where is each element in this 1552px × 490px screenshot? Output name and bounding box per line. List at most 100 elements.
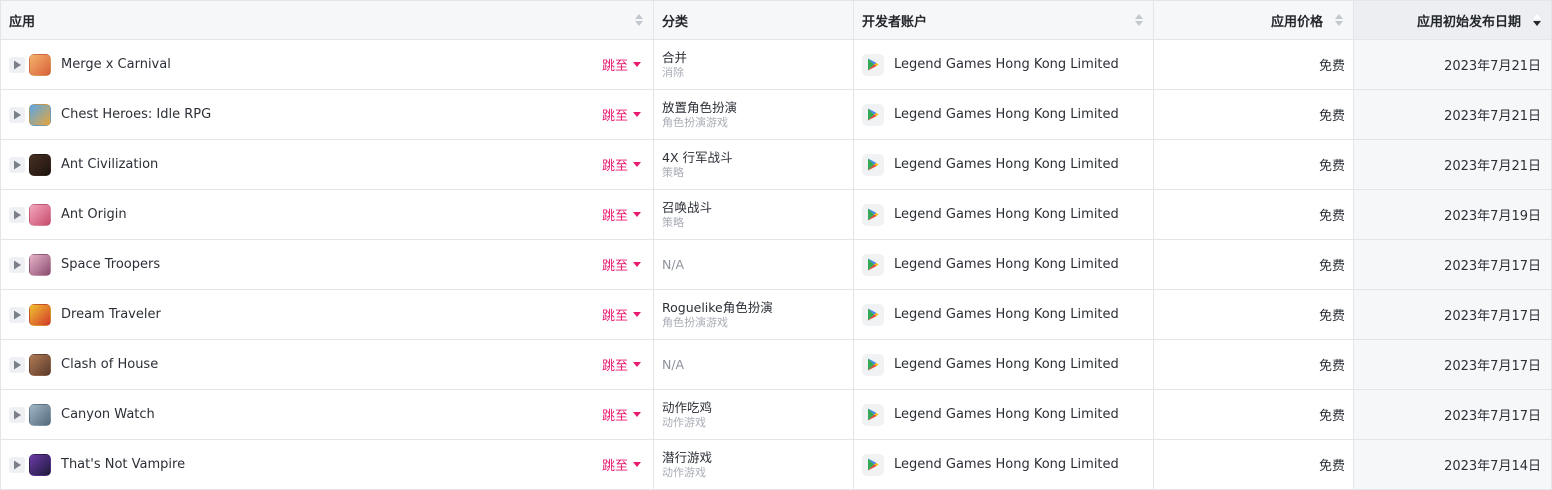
app-name-link[interactable]: Chest Heroes: Idle RPG [61,107,211,122]
release-date-value: 2023年7月21日 [1444,59,1541,74]
category-sub: 消除 [662,65,684,79]
apps-table: 应用 分类 开发者账户 应用价格 应用初始发布日期 Merge x Carniv… [0,0,1552,490]
jump-to-label: 跳至 [601,259,628,274]
category-sub: 策略 [662,165,684,179]
release-date-cell: 2023年7月19日 [1353,190,1552,239]
table-row: That's Not Vampire 跳至 潜行游戏 动作游戏 Legend G… [0,440,1552,490]
category-main[interactable]: 合并 [662,50,687,66]
app-cell: Clash of House 跳至 [0,340,653,389]
category-main[interactable]: 潜行游戏 [662,450,712,466]
table-row: Merge x Carnival 跳至 合并 消除 Legend Games H… [0,40,1552,90]
column-header-label: 分类 [662,14,689,30]
price-value: 免费 [1318,359,1345,374]
app-icon[interactable] [29,153,51,176]
app-icon[interactable] [29,453,51,476]
app-icon[interactable] [29,103,51,126]
app-icon[interactable] [29,303,51,326]
app-name-link[interactable]: Space Troopers [61,257,160,272]
release-date-cell: 2023年7月17日 [1353,340,1552,389]
category-sub: 策略 [662,215,684,229]
price-cell: 免费 [1153,40,1353,89]
app-name-link[interactable]: Canyon Watch [61,407,155,422]
category-main[interactable]: N/A [662,357,684,372]
google-play-icon [9,456,25,473]
price-value: 免费 [1318,409,1345,424]
category-main[interactable]: 放置角色扮演 [662,100,737,116]
app-name-link[interactable]: Merge x Carnival [61,57,171,72]
jump-to-dropdown[interactable]: 跳至 [602,440,641,489]
column-header-app[interactable]: 应用 [0,1,653,39]
google-play-icon [862,303,884,326]
price-value: 免费 [1318,209,1345,224]
developer-cell: Legend Games Hong Kong Limited [853,40,1153,89]
app-icon[interactable] [29,353,51,376]
category-sub: 角色扮演游戏 [662,115,728,129]
jump-to-label: 跳至 [601,459,628,474]
category-main[interactable]: Roguelike角色扮演 [662,300,773,316]
developer-name-link[interactable]: Legend Games Hong Kong Limited [894,457,1119,472]
column-header-developer[interactable]: 开发者账户 [853,1,1153,39]
jump-to-dropdown[interactable]: 跳至 [602,140,641,189]
developer-name-link[interactable]: Legend Games Hong Kong Limited [894,207,1119,222]
table-row: Ant Origin 跳至 召唤战斗 策略 Legend Games Hong … [0,190,1552,240]
release-date-cell: 2023年7月21日 [1353,90,1552,139]
google-play-icon [9,256,25,273]
app-icon[interactable] [29,403,51,426]
developer-name-link[interactable]: Legend Games Hong Kong Limited [894,407,1119,422]
sort-icon[interactable] [1335,14,1343,28]
sort-descending-icon[interactable] [1533,14,1541,28]
column-header-release-date[interactable]: 应用初始发布日期 [1353,1,1552,39]
google-play-icon [862,153,884,176]
category-sub: 动作游戏 [662,465,706,479]
caret-down-icon [633,262,641,267]
table-row: Clash of House 跳至 N/A Legend Games Hong … [0,340,1552,390]
category-cell: N/A [653,240,853,289]
jump-to-dropdown[interactable]: 跳至 [602,290,641,339]
developer-name-link[interactable]: Legend Games Hong Kong Limited [894,357,1119,372]
price-cell: 免费 [1153,90,1353,139]
category-cell: 4X 行军战斗 策略 [653,140,853,189]
table-row: Dream Traveler 跳至 Roguelike角色扮演 角色扮演游戏 L… [0,290,1552,340]
column-header-price[interactable]: 应用价格 [1153,1,1353,39]
developer-name-link[interactable]: Legend Games Hong Kong Limited [894,157,1119,172]
google-play-icon [862,253,884,276]
jump-to-dropdown[interactable]: 跳至 [602,340,641,389]
caret-down-icon [633,312,641,317]
column-header-label: 应用初始发布日期 [1416,14,1521,30]
app-name-link[interactable]: Dream Traveler [61,307,161,322]
developer-name-link[interactable]: Legend Games Hong Kong Limited [894,307,1119,322]
jump-to-dropdown[interactable]: 跳至 [602,240,641,289]
sort-icon[interactable] [635,14,643,28]
category-cell: 合并 消除 [653,40,853,89]
developer-cell: Legend Games Hong Kong Limited [853,240,1153,289]
category-main[interactable]: 召唤战斗 [662,200,712,216]
price-value: 免费 [1318,309,1345,324]
caret-down-icon [633,112,641,117]
category-main[interactable]: N/A [662,257,684,272]
app-name-link[interactable]: Clash of House [61,357,158,372]
app-icon[interactable] [29,203,51,226]
jump-to-dropdown[interactable]: 跳至 [602,90,641,139]
google-play-icon [9,106,25,123]
app-icon[interactable] [29,253,51,276]
release-date-cell: 2023年7月21日 [1353,140,1552,189]
price-cell: 免费 [1153,440,1353,489]
developer-name-link[interactable]: Legend Games Hong Kong Limited [894,257,1119,272]
price-value: 免费 [1318,259,1345,274]
category-main[interactable]: 4X 行军战斗 [662,150,733,166]
app-name-link[interactable]: Ant Origin [61,207,127,222]
developer-name-link[interactable]: Legend Games Hong Kong Limited [894,57,1119,72]
jump-to-dropdown[interactable]: 跳至 [602,190,641,239]
jump-to-dropdown[interactable]: 跳至 [602,40,641,89]
price-value: 免费 [1318,459,1345,474]
jump-to-dropdown[interactable]: 跳至 [602,390,641,439]
sort-icon[interactable] [1135,14,1143,28]
app-name-link[interactable]: Ant Civilization [61,157,158,172]
category-main[interactable]: 动作吃鸡 [662,400,712,416]
app-icon[interactable] [29,53,51,76]
developer-cell: Legend Games Hong Kong Limited [853,190,1153,239]
app-name-link[interactable]: That's Not Vampire [61,457,185,472]
release-date-value: 2023年7月14日 [1444,459,1541,474]
developer-name-link[interactable]: Legend Games Hong Kong Limited [894,107,1119,122]
release-date-value: 2023年7月17日 [1444,359,1541,374]
